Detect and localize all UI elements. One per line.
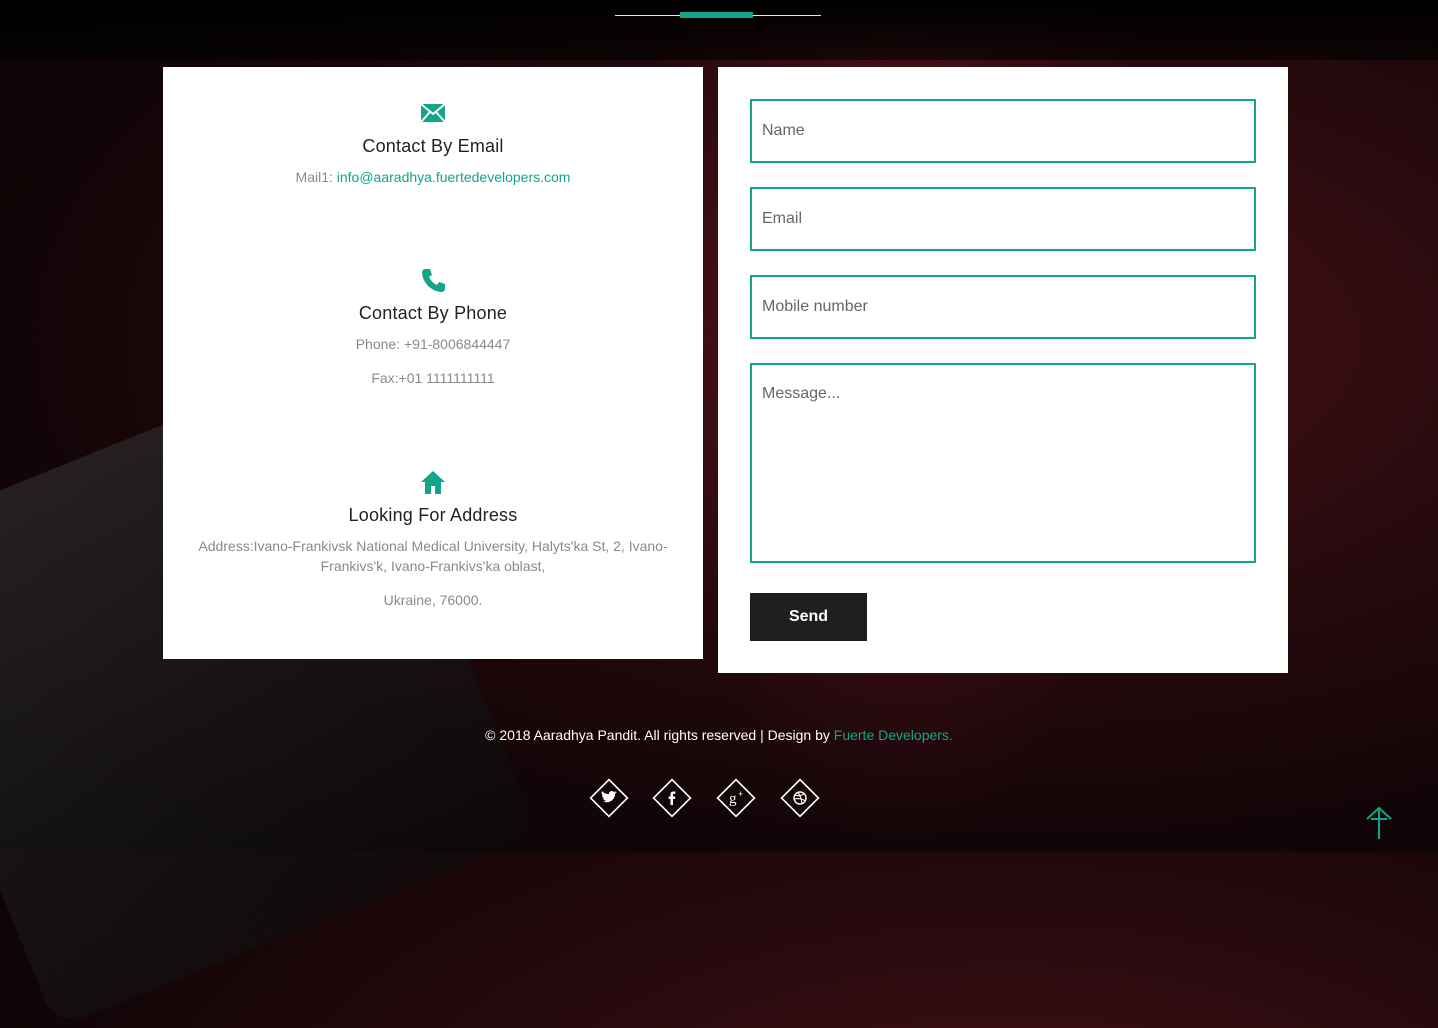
phone-line: Phone: +91-8006844447 — [355, 336, 511, 352]
name-input[interactable] — [750, 99, 1256, 163]
svg-text:g: g — [729, 791, 737, 807]
svg-text:+: + — [738, 789, 743, 799]
copyright-text: © 2018 Aaradhya Pandit. All rights reser… — [485, 727, 834, 743]
section-divider-accent — [680, 12, 753, 18]
country-line: Ukraine, 76000. — [383, 592, 483, 608]
mobile-input[interactable] — [750, 275, 1256, 339]
arrow-up-icon — [1366, 806, 1392, 839]
home-icon — [421, 471, 445, 494]
twitter-link[interactable] — [587, 776, 631, 820]
footer-copyright: © 2018 Aaradhya Pandit. All rights reser… — [0, 727, 1438, 743]
google-plus-link[interactable]: g + — [714, 776, 758, 820]
google-plus-icon: g + — [716, 778, 756, 818]
phone-title: Contact By Phone — [358, 303, 508, 323]
facebook-link[interactable] — [650, 776, 694, 820]
email-input[interactable] — [750, 187, 1256, 251]
fax-line: Fax:+01 1111111111 — [371, 370, 495, 386]
email-line: Mail1: info@aaradhya.fuertedevelopers.co… — [163, 167, 703, 187]
scroll-to-top-button[interactable] — [1363, 805, 1395, 841]
envelope-icon — [420, 103, 446, 123]
address-block: Looking For Address Address:Ivano-Franki… — [163, 469, 703, 610]
twitter-icon — [589, 778, 629, 818]
message-textarea[interactable] — [750, 363, 1256, 563]
mail-link[interactable]: info@aaradhya.fuertedevelopers.com — [337, 169, 571, 185]
email-title: Contact By Email — [362, 136, 504, 156]
dribbble-link[interactable] — [778, 776, 822, 820]
contact-form-card: Send — [718, 67, 1288, 673]
background-top-fade — [0, 0, 1438, 60]
phone-block: Contact By Phone Phone: +91-8006844447 F… — [163, 267, 703, 388]
contact-info-card: Contact By Email Mail1: info@aaradhya.fu… — [163, 67, 703, 659]
dribbble-icon — [780, 778, 820, 818]
address-line: Address:Ivano-Frankivsk National Medical… — [198, 538, 668, 574]
phone-icon — [422, 269, 445, 292]
email-block: Contact By Email Mail1: info@aaradhya.fu… — [163, 100, 703, 187]
address-title: Looking For Address — [348, 505, 518, 525]
designer-link[interactable]: Fuerte Developers. — [834, 727, 953, 743]
mail-label: Mail1: — [295, 169, 337, 185]
facebook-icon — [652, 778, 692, 818]
send-button[interactable]: Send — [750, 593, 867, 641]
